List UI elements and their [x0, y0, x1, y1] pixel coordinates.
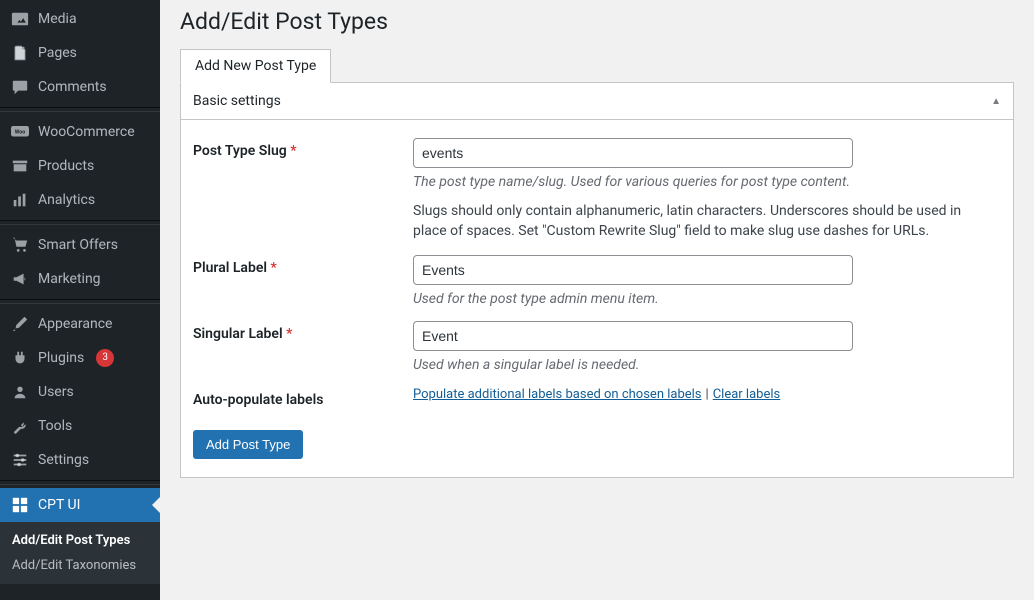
link-separator: | — [702, 387, 713, 402]
sidebar-item-label: Users — [38, 384, 74, 400]
media-icon — [10, 9, 30, 29]
sidebar-item-tools[interactable]: Tools — [0, 409, 160, 443]
main-content: Add/Edit Post Types Add New Post Type Ba… — [160, 0, 1034, 600]
cpt-ui-submenu: Add/Edit Post Types Add/Edit Taxonomies — [0, 522, 160, 584]
sidebar-item-label: Analytics — [38, 192, 95, 208]
wrench-icon — [10, 416, 30, 436]
note-post-type-slug: Slugs should only contain alphanumeric, … — [413, 202, 993, 241]
required-marker: * — [271, 260, 277, 276]
hint-plural-label: Used for the post type admin menu item. — [413, 291, 1001, 307]
sidebar-item-label: Media — [38, 11, 77, 27]
sliders-icon — [10, 450, 30, 470]
sidebar-item-label: Comments — [38, 79, 107, 95]
admin-sidebar: Media Pages Comments Woo WooCommerce Pro… — [0, 0, 160, 600]
sidebar-item-smart-offers[interactable]: Smart Offers — [0, 228, 160, 262]
submenu-add-edit-post-types[interactable]: Add/Edit Post Types — [0, 528, 160, 553]
panel-title: Basic settings — [193, 93, 281, 109]
input-singular-label[interactable] — [413, 321, 853, 351]
sidebar-item-analytics[interactable]: Analytics — [0, 183, 160, 217]
sidebar-item-label: Appearance — [38, 316, 112, 332]
sidebar-item-label: Pages — [38, 45, 77, 61]
page-title: Add/Edit Post Types — [180, 8, 1014, 35]
link-clear-labels[interactable]: Clear labels — [713, 387, 781, 402]
sidebar-item-label: Settings — [38, 452, 89, 468]
pages-icon — [10, 43, 30, 63]
cpt-ui-icon — [10, 495, 30, 515]
sidebar-item-label: Marketing — [38, 271, 101, 287]
archive-icon — [10, 156, 30, 176]
collapse-icon: ▲ — [991, 96, 1001, 107]
basic-settings-panel: Basic settings ▲ Post Type Slug * The po… — [180, 83, 1014, 478]
comments-icon — [10, 77, 30, 97]
menu-separator — [0, 220, 160, 225]
link-populate-labels[interactable]: Populate additional labels based on chos… — [413, 387, 702, 402]
label-plural: Plural Label * — [193, 255, 413, 307]
sidebar-item-pages[interactable]: Pages — [0, 36, 160, 70]
sidebar-item-cpt-ui[interactable]: CPT UI — [0, 488, 160, 522]
panel-body: Post Type Slug * The post type name/slug… — [181, 120, 1013, 477]
sidebar-item-label: CPT UI — [38, 497, 80, 513]
tab-bar: Add New Post Type — [180, 49, 1014, 83]
sidebar-item-label: Products — [38, 158, 94, 174]
sidebar-item-users[interactable]: Users — [0, 375, 160, 409]
sidebar-item-appearance[interactable]: Appearance — [0, 307, 160, 341]
sidebar-item-woocommerce[interactable]: Woo WooCommerce — [0, 115, 160, 149]
cart-icon — [10, 235, 30, 255]
plug-icon — [10, 348, 30, 368]
row-post-type-slug: Post Type Slug * The post type name/slug… — [193, 138, 1001, 241]
panel-header-basic-settings[interactable]: Basic settings ▲ — [181, 83, 1013, 120]
brush-icon — [10, 314, 30, 334]
add-post-type-button[interactable]: Add Post Type — [193, 430, 303, 459]
label-auto-populate: Auto-populate labels — [193, 387, 413, 408]
required-marker: * — [290, 143, 296, 159]
label-singular: Singular Label * — [193, 321, 413, 373]
plugin-update-badge: 3 — [96, 349, 114, 367]
sidebar-item-plugins[interactable]: Plugins 3 — [0, 341, 160, 375]
sidebar-item-marketing[interactable]: Marketing — [0, 262, 160, 296]
menu-separator — [0, 299, 160, 304]
sidebar-item-media[interactable]: Media — [0, 2, 160, 36]
menu-separator — [0, 480, 160, 485]
required-marker: * — [286, 326, 292, 342]
row-plural-label: Plural Label * Used for the post type ad… — [193, 255, 1001, 307]
megaphone-icon — [10, 269, 30, 289]
chart-bar-icon — [10, 190, 30, 210]
submenu-add-edit-taxonomies[interactable]: Add/Edit Taxonomies — [0, 553, 160, 578]
sidebar-item-label: Tools — [38, 418, 72, 434]
sidebar-item-label: Plugins — [38, 350, 84, 366]
user-icon — [10, 382, 30, 402]
sidebar-item-comments[interactable]: Comments — [0, 70, 160, 104]
menu-separator — [0, 107, 160, 112]
sidebar-item-label: Smart Offers — [38, 237, 118, 253]
hint-post-type-slug: The post type name/slug. Used for variou… — [413, 174, 1001, 190]
sidebar-item-label: WooCommerce — [38, 124, 135, 140]
label-post-type-slug: Post Type Slug * — [193, 138, 413, 241]
tab-add-new-post-type[interactable]: Add New Post Type — [180, 49, 331, 83]
hint-singular-label: Used when a singular label is needed. — [413, 357, 1001, 373]
sidebar-item-products[interactable]: Products — [0, 149, 160, 183]
svg-text:Woo: Woo — [15, 130, 25, 136]
sidebar-item-settings[interactable]: Settings — [0, 443, 160, 477]
woocommerce-icon: Woo — [10, 122, 30, 142]
row-singular-label: Singular Label * Used when a singular la… — [193, 321, 1001, 373]
input-post-type-slug[interactable] — [413, 138, 853, 168]
row-auto-populate: Auto-populate labels Populate additional… — [193, 387, 1001, 408]
input-plural-label[interactable] — [413, 255, 853, 285]
